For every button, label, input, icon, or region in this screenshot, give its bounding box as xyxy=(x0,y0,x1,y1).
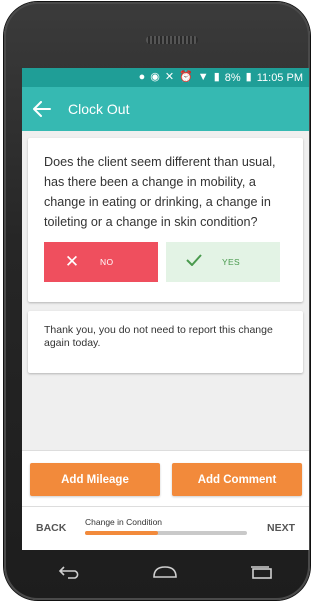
screen: ● ◉ ✕ ⏰ ▼ ▮ 8% ▮ 11:05 PM Clock Out Does… xyxy=(22,68,309,550)
progress-bar xyxy=(85,531,247,535)
phone-speaker xyxy=(146,36,198,44)
bluetooth-icon: ◉ xyxy=(150,71,160,83)
yes-label: YES xyxy=(222,257,240,267)
home-key-icon[interactable] xyxy=(145,557,185,587)
navigation-row: BACK Change in Condition NEXT xyxy=(22,506,309,550)
battery-percent: 8% xyxy=(224,71,241,84)
back-arrow-icon[interactable] xyxy=(22,101,62,117)
add-comment-button[interactable]: Add Comment xyxy=(172,463,302,496)
status-bar: ● ◉ ✕ ⏰ ▼ ▮ 8% ▮ 11:05 PM xyxy=(22,68,309,87)
android-soft-keys xyxy=(22,550,309,594)
app-bar: Clock Out xyxy=(22,87,309,131)
info-card: Thank you, you do not need to report thi… xyxy=(28,311,303,373)
recents-key-icon[interactable] xyxy=(241,557,281,587)
next-button[interactable]: NEXT xyxy=(267,522,295,534)
battery-icon: ▮ xyxy=(245,71,252,83)
mute-icon: ✕ xyxy=(164,71,175,83)
question-card: Does the client seem different than usua… xyxy=(28,138,303,302)
location-icon: ● xyxy=(138,71,146,83)
check-icon xyxy=(166,253,222,271)
progress-fill xyxy=(85,531,158,535)
back-button[interactable]: BACK xyxy=(36,522,66,534)
step-label: Change in Condition xyxy=(85,517,163,527)
info-text: Thank you, you do not need to report thi… xyxy=(44,324,273,349)
close-icon: ✕ xyxy=(64,252,80,271)
status-time: 11:05 PM xyxy=(256,71,303,84)
question-text: Does the client seem different than usua… xyxy=(44,155,276,229)
no-button[interactable]: ✕ NO xyxy=(44,242,158,282)
signal-icon: ▮ xyxy=(213,71,220,83)
add-mileage-button[interactable]: Add Mileage xyxy=(30,463,160,496)
alarm-icon: ⏰ xyxy=(179,71,193,83)
yes-button[interactable]: YES xyxy=(166,242,280,282)
no-label: NO xyxy=(100,257,114,267)
wifi-icon: ▼ xyxy=(197,71,209,83)
page-title: Clock Out xyxy=(68,101,130,117)
back-key-icon[interactable] xyxy=(50,557,90,587)
bottom-panel: Add Mileage Add Comment BACK Change in C… xyxy=(22,450,309,550)
content-area: Does the client seem different than usua… xyxy=(22,131,309,450)
